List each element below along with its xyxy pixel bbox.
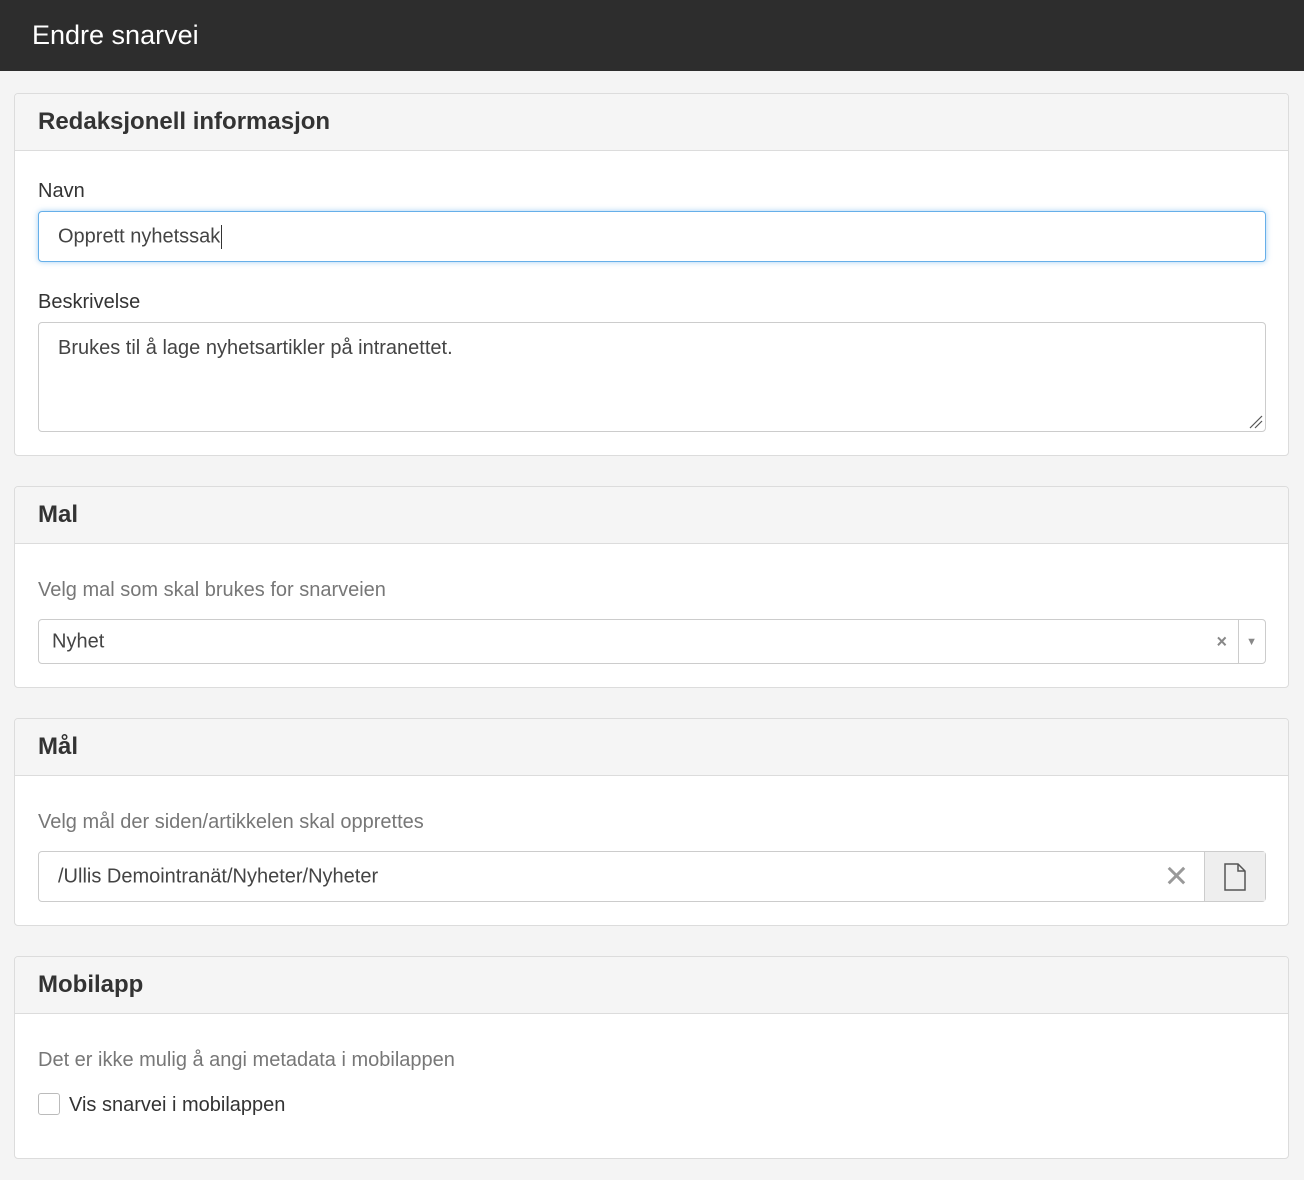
- select-divider: [1238, 620, 1239, 663]
- resize-grip-icon[interactable]: [1247, 413, 1263, 429]
- clear-selection-icon[interactable]: ×: [1216, 631, 1227, 652]
- dropdown-arrow-icon[interactable]: ▼: [1246, 636, 1257, 648]
- template-help-text: Velg mal som skal brukes for snarveien: [38, 579, 386, 601]
- target-path-value: /Ullis Demointranät/Nyheter/Nyheter: [58, 865, 379, 887]
- template-selected-value: Nyhet: [52, 630, 105, 652]
- target-panel: Mål Velg mål der siden/artikkelen skal o…: [14, 718, 1289, 926]
- mobile-panel: Mobilapp Det er ikke mulig å angi metada…: [14, 956, 1289, 1159]
- mobile-panel-title: Mobilapp: [15, 957, 1288, 1014]
- target-path-input[interactable]: /Ullis Demointranät/Nyheter/Nyheter ✕: [38, 851, 1266, 902]
- target-panel-title: Mål: [15, 719, 1288, 776]
- text-caret: [221, 224, 223, 249]
- description-label: Beskrivelse: [38, 291, 141, 313]
- template-select[interactable]: Nyhet × ▼: [38, 619, 1266, 664]
- clear-target-icon[interactable]: ✕: [1164, 859, 1189, 894]
- template-panel-title: Mal: [15, 487, 1288, 544]
- top-bar: Endre snarvei: [0, 0, 1304, 71]
- template-panel: Mal Velg mal som skal brukes for snarvei…: [14, 486, 1289, 688]
- page-title: Endre snarvei: [32, 20, 199, 50]
- mobile-help-text: Det er ikke mulig å angi metadata i mobi…: [38, 1049, 455, 1071]
- description-value: Brukes til å lage nyhetsartikler på intr…: [58, 337, 453, 359]
- file-icon: [1224, 862, 1246, 891]
- name-input[interactable]: Opprett nyhetssak: [38, 211, 1266, 262]
- show-in-mobile-checkbox[interactable]: [38, 1093, 60, 1115]
- editorial-panel: Redaksjonell informasjon Navn Opprett ny…: [14, 93, 1289, 456]
- show-in-mobile-label[interactable]: Vis snarvei i mobilappen: [69, 1094, 285, 1117]
- editorial-panel-title: Redaksjonell informasjon: [15, 94, 1288, 151]
- browse-target-button[interactable]: [1204, 852, 1265, 901]
- name-label: Navn: [38, 180, 85, 202]
- target-help-text: Velg mål der siden/artikkelen skal oppre…: [38, 811, 424, 833]
- name-input-value: Opprett nyhetssak: [58, 224, 221, 247]
- description-textarea[interactable]: Brukes til å lage nyhetsartikler på intr…: [38, 322, 1266, 432]
